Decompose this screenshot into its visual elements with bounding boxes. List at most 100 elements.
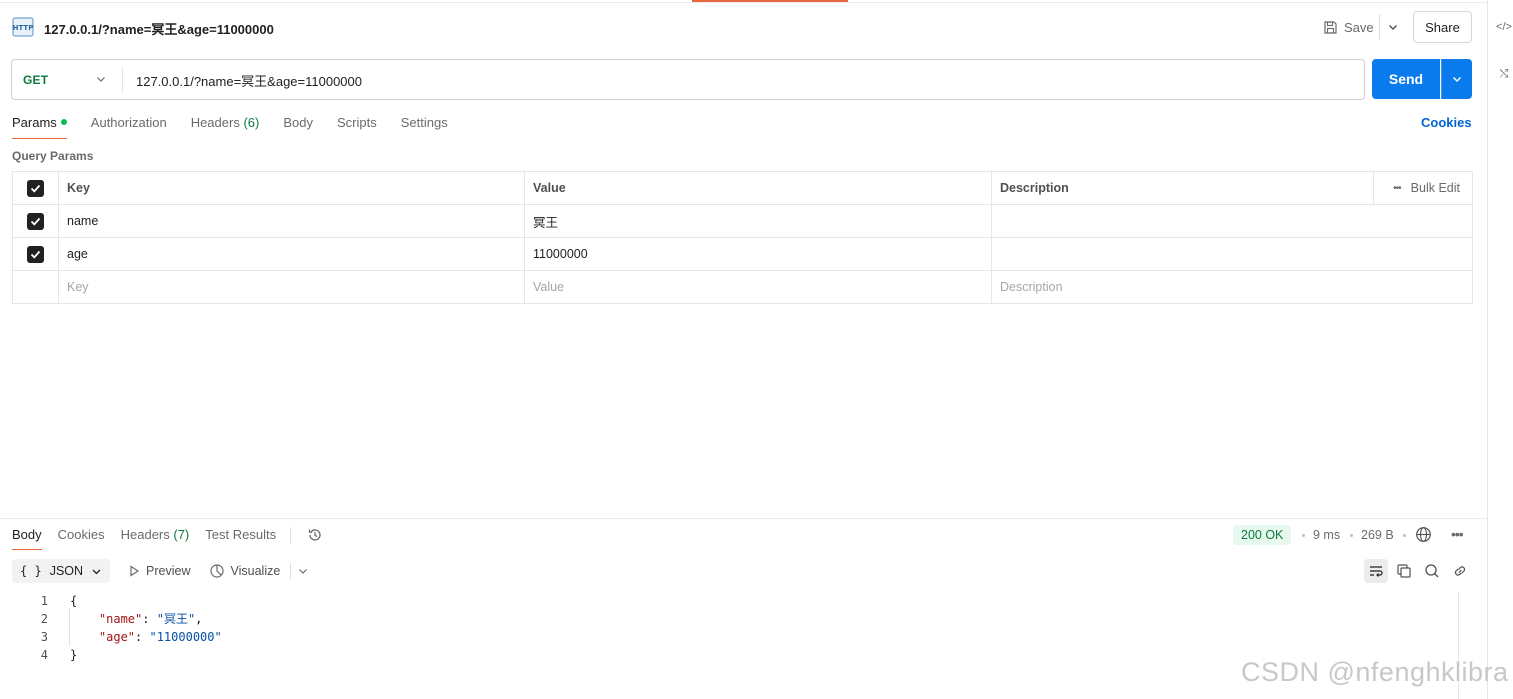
format-label: JSON <box>49 564 84 578</box>
response-tab-body[interactable]: Body <box>12 527 42 550</box>
save-button[interactable]: Save <box>1323 17 1374 37</box>
code-text: { <box>70 594 78 608</box>
tab-body[interactable]: Body <box>283 115 313 139</box>
headers-count: (6) <box>243 115 260 130</box>
response-format-bar: { } JSON Preview Visualize <box>12 559 309 583</box>
method-select[interactable]: GET <box>23 73 48 87</box>
chevron-down-icon[interactable] <box>1386 20 1400 34</box>
tab-headers[interactable]: Headers (6) <box>191 115 260 139</box>
column-header-value: Value <box>524 171 992 205</box>
code-text: "name": "冥王", <box>98 612 203 626</box>
meta-separator <box>1403 534 1406 537</box>
tab-settings[interactable]: Settings <box>401 115 448 139</box>
share-button[interactable]: Share <box>1413 11 1472 43</box>
param-description-cell[interactable] <box>991 237 1473 271</box>
tab-params[interactable]: Params <box>12 115 67 139</box>
row-checkbox-cell <box>12 237 59 271</box>
svg-text:HTTP: HTTP <box>13 24 34 32</box>
response-tab-test-results[interactable]: Test Results <box>205 527 276 550</box>
json-value: "11000000" <box>149 630 222 644</box>
url-bar: GET 127.0.0.1/?name=冥王&age=11000000 <box>11 59 1365 100</box>
response-size[interactable]: 269 B <box>1361 528 1394 542</box>
chevron-down-icon[interactable] <box>297 565 309 577</box>
query-params-heading: Query Params <box>12 149 94 163</box>
response-headers-label: Headers <box>120 527 170 542</box>
param-value-cell[interactable]: 11000000 <box>524 237 992 271</box>
visualize-icon <box>209 564 224 578</box>
copy-button[interactable] <box>1392 559 1416 583</box>
request-title[interactable]: 127.0.0.1/?name=冥王&age=11000000 <box>44 19 274 38</box>
table-row: name 冥王 <box>12 204 1473 238</box>
response-tab-cookies[interactable]: Cookies <box>58 527 105 550</box>
history-icon[interactable] <box>307 527 323 543</box>
code-line: 3 "age": "11000000" <box>30 628 222 646</box>
response-tabs-separator <box>290 526 292 543</box>
send-button[interactable]: Send <box>1372 59 1440 99</box>
globe-icon[interactable] <box>1415 526 1432 543</box>
send-options-button[interactable] <box>1441 59 1472 99</box>
visualize-button[interactable]: Visualize <box>209 563 281 579</box>
query-params-table: Key Value Description ••• Bulk Edit name… <box>12 171 1473 304</box>
save-separator <box>1379 14 1380 40</box>
new-value-input[interactable]: Value <box>524 270 992 304</box>
wrap-lines-button[interactable] <box>1364 559 1388 583</box>
chevron-down-icon <box>1453 77 1461 82</box>
code-icon[interactable]: </> <box>1496 19 1512 35</box>
tab-authorization[interactable]: Authorization <box>91 115 167 139</box>
response-divider[interactable] <box>0 518 1487 519</box>
url-input[interactable]: 127.0.0.1/?name=冥王&age=11000000 <box>136 71 362 90</box>
select-all-checkbox[interactable] <box>27 179 44 197</box>
cookies-link[interactable]: Cookies <box>1421 115 1472 130</box>
meta-separator <box>1302 534 1305 537</box>
param-key-cell[interactable]: name <box>58 204 525 238</box>
line-number: 1 <box>40 594 48 608</box>
more-options-icon[interactable]: ••• <box>1451 526 1464 542</box>
check-icon <box>30 250 41 259</box>
link-icon <box>1454 566 1466 576</box>
code-line: 2 "name": "冥王", <box>30 610 222 628</box>
top-divider <box>0 2 1487 3</box>
bulk-edit-cell: ••• Bulk Edit <box>1373 171 1473 205</box>
json-key: "age" <box>98 630 136 644</box>
param-description-cell[interactable] <box>991 204 1473 238</box>
new-description-input[interactable]: Description <box>991 270 1473 304</box>
tab-headers-label: Headers <box>190 115 240 130</box>
preview-button[interactable]: Preview <box>128 564 191 578</box>
tab-params-label: Params <box>12 115 57 130</box>
table-header-row: Key Value Description ••• Bulk Edit <box>12 171 1473 205</box>
format-select[interactable]: { } JSON <box>12 559 111 583</box>
link-button[interactable] <box>1448 559 1472 583</box>
copy-icon <box>1397 564 1411 578</box>
chevron-down-icon <box>92 569 101 574</box>
line-number: 3 <box>40 630 48 644</box>
response-body-editor[interactable]: 1{2 "name": "冥王", 3 "age": "11000000" 4} <box>30 592 222 664</box>
status-badge[interactable]: 200 OK <box>1233 525 1292 545</box>
param-value-cell[interactable]: 冥王 <box>524 204 992 238</box>
related-icon[interactable]: ⤭ <box>1496 66 1512 82</box>
visualize-label: Visualize <box>230 564 281 578</box>
url-separator <box>122 67 123 93</box>
chevron-down-icon[interactable] <box>95 73 107 85</box>
response-tab-headers[interactable]: Headers (7) <box>121 527 190 550</box>
tab-scripts[interactable]: Scripts <box>337 115 377 139</box>
play-icon <box>130 565 140 577</box>
response-time[interactable]: 9 ms <box>1313 528 1340 542</box>
request-title-bar: HTTP 127.0.0.1/?name=冥王&age=11000000 Sav… <box>0 8 1487 46</box>
row-checkbox[interactable] <box>27 245 44 263</box>
bulk-edit-label: Bulk Edit <box>1410 181 1460 195</box>
param-key-cell[interactable]: age <box>58 237 525 271</box>
line-number: 2 <box>40 612 48 626</box>
search-button[interactable] <box>1420 559 1444 583</box>
row-checkbox-cell-empty <box>12 270 59 304</box>
check-icon <box>30 184 41 193</box>
check-icon <box>30 217 41 226</box>
row-checkbox[interactable] <box>27 212 44 230</box>
wrap-lines-icon <box>1370 566 1383 577</box>
response-headers-count: (7) <box>173 527 190 542</box>
bulk-edit-button[interactable]: ••• Bulk Edit <box>1386 181 1460 195</box>
request-tabs: Params Authorization Headers (6) Body Sc… <box>12 115 448 139</box>
column-header-description: Description <box>991 171 1374 205</box>
new-key-input[interactable]: Key <box>58 270 525 304</box>
json-key: "name" <box>98 612 143 626</box>
select-all-cell <box>12 171 59 205</box>
